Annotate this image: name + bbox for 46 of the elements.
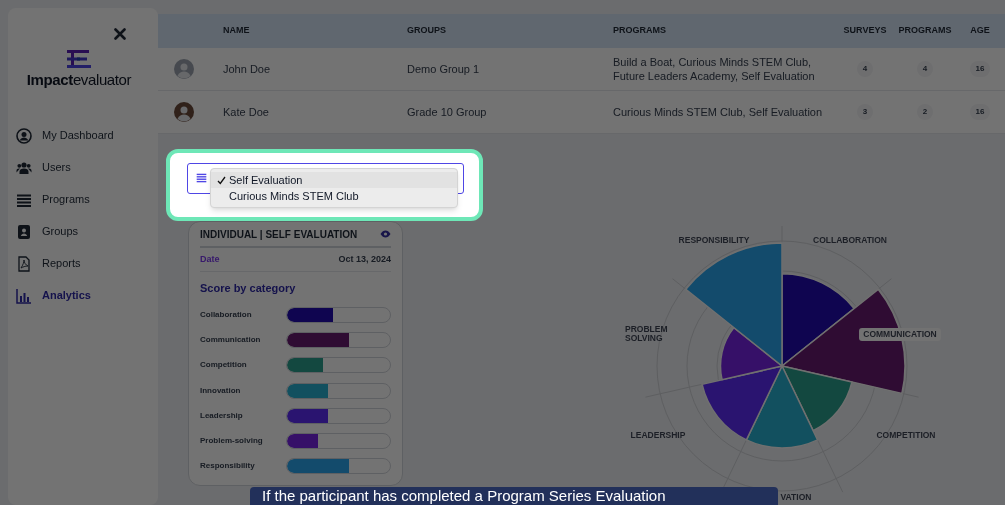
column-header: NAME xyxy=(223,24,251,38)
menu-option[interactable]: Self Evaluation xyxy=(211,172,457,188)
table-cell-text: Demo Group 1 xyxy=(407,61,481,77)
category-label: Problem-solving xyxy=(200,435,264,448)
chart-label: LEADERSHIP xyxy=(630,430,686,440)
card-title: INDIVIDUAL | SELF EVALUATION xyxy=(200,227,358,242)
count-badge: 3 xyxy=(856,104,874,120)
sidebar-item[interactable]: My Dashboard xyxy=(8,119,158,152)
chart-label: RESPONSIBILITY xyxy=(678,235,750,245)
table-cell-text: John Doe xyxy=(223,61,272,77)
column-header: AGE xyxy=(969,24,991,38)
chart-label: VATION xyxy=(780,492,812,502)
category-label: Responsibility xyxy=(200,460,256,473)
date-label: Date xyxy=(200,252,220,266)
date-value: Oct 13, 2024 xyxy=(338,252,391,266)
section-title: Score by category xyxy=(200,281,297,296)
sidebar-item[interactable]: Programs xyxy=(8,183,158,216)
count-badge: 4 xyxy=(856,61,874,77)
column-header: GROUPS xyxy=(407,24,447,38)
table-cell-text: Curious Minds STEM Club, Self Evaluation xyxy=(613,105,824,119)
table-cell-text: Kate Doe xyxy=(223,104,270,120)
count-badge: 4 xyxy=(916,61,934,77)
sidebar-item[interactable]: Analytics xyxy=(8,279,158,312)
sidebar-item[interactable]: Groups xyxy=(8,215,158,248)
category-label: Innovation xyxy=(200,384,242,397)
table-cell-text: Grade 10 Group xyxy=(407,104,488,120)
chart-label: COMMUNICATION xyxy=(863,329,937,339)
tooltip-text: If the participant has completed a Program Series Evaluation xyxy=(262,487,666,504)
menu-option[interactable]: Curious Minds STEM Club xyxy=(211,188,457,204)
sidebar-item[interactable]: Reports xyxy=(8,247,158,280)
logo-text: Impactevaluator xyxy=(26,70,132,90)
table-cell-text: Build a Boat, Curious Minds STEM Club, Future Leaders Academy, Self Evaluation xyxy=(613,55,816,83)
chart-label: PROBLEM SOLVING xyxy=(625,324,668,343)
column-header: PROGRAMS xyxy=(613,24,667,38)
chart-label: COMPETITION xyxy=(876,430,936,440)
column-header: SURVEYS xyxy=(842,24,888,38)
category-label: Collaboration xyxy=(200,309,253,322)
category-label: Communication xyxy=(200,334,262,347)
count-badge: 16 xyxy=(969,61,991,77)
count-badge: 2 xyxy=(916,104,934,120)
column-header: PROGRAMS xyxy=(897,24,953,38)
category-label: Leadership xyxy=(200,409,244,422)
chart-label: COLLABORATION xyxy=(813,235,887,245)
count-badge: 16 xyxy=(969,104,991,120)
category-label: Competition xyxy=(200,359,248,372)
sidebar-item[interactable]: Users xyxy=(8,151,158,184)
